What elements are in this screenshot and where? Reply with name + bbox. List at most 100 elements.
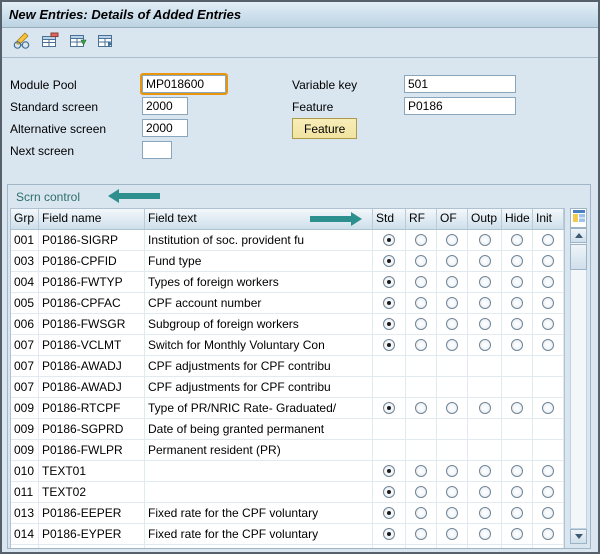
radio-init[interactable] <box>542 276 554 288</box>
radio-hide[interactable] <box>511 234 523 246</box>
radio-std[interactable] <box>383 318 395 330</box>
radio-hide[interactable] <box>511 276 523 288</box>
scrollbar-track[interactable] <box>570 228 587 529</box>
radio-rf[interactable] <box>415 507 427 519</box>
feature-field[interactable] <box>404 97 516 115</box>
scroll-up-button[interactable] <box>570 228 587 243</box>
scroll-down-button[interactable] <box>570 529 587 544</box>
delete-row-button[interactable] <box>38 31 61 54</box>
radio-of[interactable] <box>446 339 458 351</box>
radio-hide[interactable] <box>511 486 523 498</box>
radio-outp[interactable] <box>479 234 491 246</box>
table-row[interactable]: 004P0186-FWTYPTypes of foreign workers <box>11 272 564 293</box>
radio-rf[interactable] <box>415 234 427 246</box>
insert-row-button[interactable] <box>66 31 89 54</box>
radio-hide[interactable] <box>511 528 523 540</box>
table-row[interactable]: 001P0186-SIGRPInstitution of soc. provid… <box>11 230 564 251</box>
radio-std[interactable] <box>383 276 395 288</box>
radio-of[interactable] <box>446 402 458 414</box>
radio-outp[interactable] <box>479 318 491 330</box>
radio-std[interactable] <box>383 255 395 267</box>
radio-init[interactable] <box>542 507 554 519</box>
radio-rf[interactable] <box>415 339 427 351</box>
radio-outp[interactable] <box>479 297 491 309</box>
table-row[interactable]: 014P0186-EYPERFixed rate for the CPF vol… <box>11 524 564 545</box>
radio-hide[interactable] <box>511 318 523 330</box>
radio-std[interactable] <box>383 528 395 540</box>
radio-rf[interactable] <box>415 318 427 330</box>
radio-std[interactable] <box>383 507 395 519</box>
radio-outp[interactable] <box>479 402 491 414</box>
radio-rf[interactable] <box>415 486 427 498</box>
radio-hide[interactable] <box>511 255 523 267</box>
radio-init[interactable] <box>542 255 554 267</box>
table-row[interactable]: 007P0186-AWADJCPF adjustments for CPF co… <box>11 356 564 377</box>
radio-outp[interactable] <box>479 486 491 498</box>
table-row[interactable]: 005P0186-CPFACCPF account number <box>11 293 564 314</box>
radio-of[interactable] <box>446 234 458 246</box>
radio-init[interactable] <box>542 339 554 351</box>
radio-outp[interactable] <box>479 276 491 288</box>
radio-init[interactable] <box>542 234 554 246</box>
radio-of[interactable] <box>446 465 458 477</box>
feature-button[interactable]: Feature <box>292 118 357 139</box>
scrollbar-thumb[interactable] <box>570 244 587 270</box>
radio-of[interactable] <box>446 507 458 519</box>
alternative-screen-field[interactable] <box>142 119 188 137</box>
radio-rf[interactable] <box>415 465 427 477</box>
table-row[interactable]: 009P0186-RTCPFType of PR/NRIC Rate- Grad… <box>11 398 564 419</box>
radio-init[interactable] <box>542 528 554 540</box>
radio-of[interactable] <box>446 255 458 267</box>
table-row[interactable]: 011TEXT02 <box>11 482 564 503</box>
radio-init[interactable] <box>542 402 554 414</box>
table-row[interactable]: 009P0186-FWLPRPermanent resident (PR) <box>11 440 564 461</box>
variable-key-field[interactable] <box>404 75 516 93</box>
radio-init[interactable] <box>542 486 554 498</box>
radio-outp[interactable] <box>479 528 491 540</box>
table-row[interactable]: 009P0186-SGPRDDate of being granted perm… <box>11 419 564 440</box>
radio-std[interactable] <box>383 486 395 498</box>
radio-rf[interactable] <box>415 402 427 414</box>
radio-rf[interactable] <box>415 528 427 540</box>
table-row[interactable]: 006P0186-FWSGRSubgroup of foreign worker… <box>11 314 564 335</box>
copy-row-button[interactable] <box>94 31 117 54</box>
radio-std[interactable] <box>383 234 395 246</box>
cell-std <box>373 230 406 250</box>
radio-std[interactable] <box>383 465 395 477</box>
table-row[interactable]: 007P0186-VCLMTSwitch for Monthly Volunta… <box>11 335 564 356</box>
table-row[interactable]: 003P0186-CPFIDFund type <box>11 251 564 272</box>
radio-hide[interactable] <box>511 402 523 414</box>
table-row[interactable]: 010TEXT01 <box>11 461 564 482</box>
radio-outp[interactable] <box>479 339 491 351</box>
radio-rf[interactable] <box>415 297 427 309</box>
next-screen-field[interactable] <box>142 141 172 159</box>
radio-std[interactable] <box>383 402 395 414</box>
radio-hide[interactable] <box>511 297 523 309</box>
radio-of[interactable] <box>446 276 458 288</box>
col-header-field-name: Field name <box>39 209 145 229</box>
radio-init[interactable] <box>542 465 554 477</box>
table-row[interactable]: 007P0186-AWADJCPF adjustments for CPF co… <box>11 377 564 398</box>
radio-outp[interactable] <box>479 507 491 519</box>
radio-of[interactable] <box>446 486 458 498</box>
radio-std[interactable] <box>383 339 395 351</box>
radio-hide[interactable] <box>511 507 523 519</box>
standard-screen-field[interactable] <box>142 97 188 115</box>
display-change-button[interactable] <box>10 31 33 54</box>
radio-of[interactable] <box>446 528 458 540</box>
table-configuration-button[interactable] <box>570 208 587 228</box>
radio-rf[interactable] <box>415 255 427 267</box>
table-row[interactable]: 013P0186-EEPERFixed rate for the CPF vol… <box>11 503 564 524</box>
radio-of[interactable] <box>446 297 458 309</box>
radio-hide[interactable] <box>511 465 523 477</box>
radio-init[interactable] <box>542 318 554 330</box>
radio-init[interactable] <box>542 297 554 309</box>
radio-of[interactable] <box>446 318 458 330</box>
radio-outp[interactable] <box>479 255 491 267</box>
radio-hide[interactable] <box>511 339 523 351</box>
radio-outp[interactable] <box>479 465 491 477</box>
table-row[interactable]: 016P0186-EEFPCIn excess of the statutory… <box>11 545 564 548</box>
radio-rf[interactable] <box>415 276 427 288</box>
module-pool-field[interactable] <box>142 75 226 93</box>
radio-std[interactable] <box>383 297 395 309</box>
